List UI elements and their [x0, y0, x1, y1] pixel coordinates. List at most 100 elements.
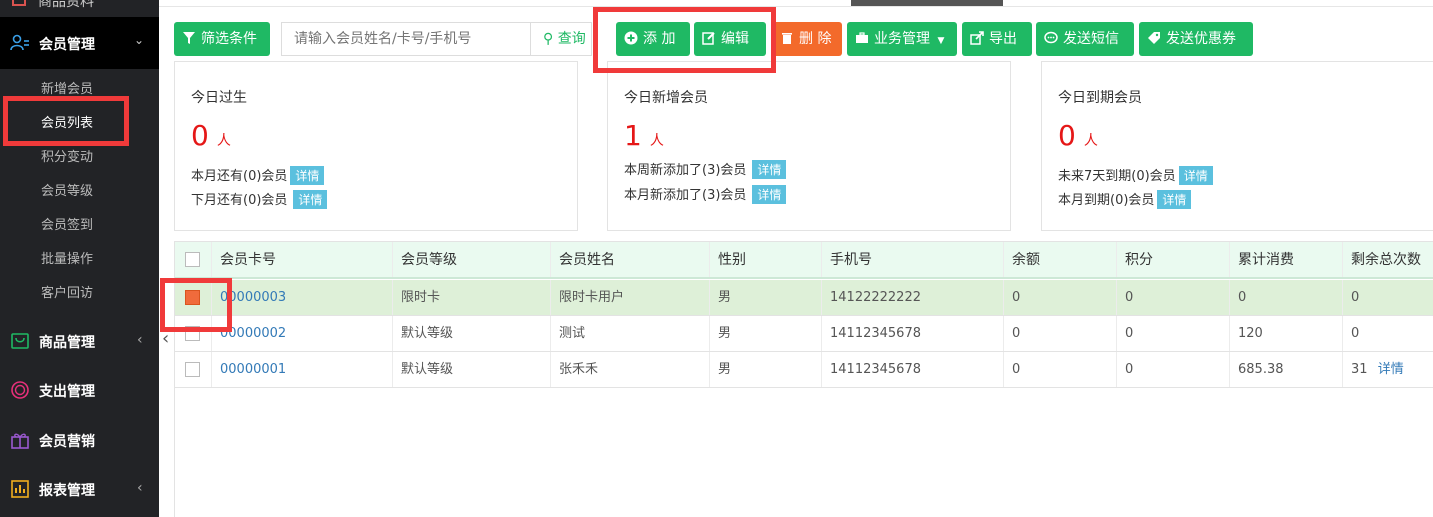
- business-management-dropdown[interactable]: 业务管理 ▼: [847, 22, 957, 56]
- cell-total-spent: 120: [1229, 316, 1263, 351]
- card-no-link[interactable]: 00000001: [211, 352, 286, 387]
- cell-remaining-times: 0: [1342, 280, 1359, 315]
- stat-count-value: 0: [1058, 119, 1076, 152]
- stat-count-unit: 人: [1083, 133, 1098, 149]
- cell-total-spent: 0: [1229, 280, 1246, 315]
- table-row[interactable]: 00000002 默认等级 测试 男 14112345678 0 0 120 0: [175, 316, 1433, 352]
- stat-line-text: 本月还有(0)会员: [191, 169, 288, 184]
- sidebar-group-member-management[interactable]: 会员管理 ⌄: [0, 17, 159, 69]
- cell-phone: 14122222222: [821, 280, 921, 315]
- stat-count: 0人: [1058, 119, 1098, 152]
- stat-line-text: 本周新添加了(3)会员: [624, 163, 747, 178]
- sidebar-item-member-list[interactable]: 会员列表: [41, 112, 93, 131]
- export-button[interactable]: 导出: [962, 22, 1032, 56]
- detail-badge[interactable]: 详情: [1157, 190, 1192, 209]
- cell-phone: 14112345678: [821, 316, 921, 351]
- cell-name: 张禾禾: [550, 352, 598, 387]
- cell-remaining-times: 31 详情: [1342, 352, 1404, 387]
- column-header-total-spent[interactable]: 累计消费: [1229, 242, 1294, 277]
- sidebar-group-goods-management[interactable]: 商品管理 ‹: [0, 321, 159, 361]
- share-icon: [970, 31, 984, 45]
- trash-icon: [782, 33, 792, 44]
- column-header-name[interactable]: 会员姓名: [550, 242, 615, 277]
- stat-line-text: 本月新添加了(3)会员: [624, 188, 747, 203]
- row-checkbox[interactable]: [185, 362, 200, 377]
- sidebar-item-member-checkin[interactable]: 会员签到: [41, 214, 93, 233]
- row-select-cell: [175, 316, 211, 351]
- sidebar-item-batch-operation[interactable]: 批量操作: [41, 248, 93, 267]
- gift-icon: [11, 433, 29, 449]
- sidebar-group-label: 支出管理: [39, 384, 95, 400]
- cell-points: 0: [1116, 316, 1133, 351]
- sidebar-item-customer-visit[interactable]: 客户回访: [41, 282, 93, 301]
- cell-points: 0: [1116, 352, 1133, 387]
- edit-button[interactable]: 编辑: [694, 22, 766, 56]
- select-all-checkbox[interactable]: [185, 252, 200, 267]
- column-header-points[interactable]: 积分: [1116, 242, 1153, 277]
- send-coupon-button[interactable]: 发送优惠券: [1139, 22, 1253, 56]
- stat-card-expiring: 今日到期会员 0人 未来7天到期(0)会员 详情 本月到期(0)会员 详情: [1041, 61, 1433, 231]
- search-button[interactable]: ⚲ 查询: [530, 22, 592, 56]
- cell-gender: 男: [709, 316, 731, 351]
- row-checkbox[interactable]: [185, 326, 200, 341]
- stat-line-text: 本月到期(0)会员: [1058, 193, 1155, 208]
- filter-button[interactable]: 筛选条件: [174, 22, 270, 56]
- table-row[interactable]: 00000001 默认等级 张禾禾 男 14112345678 0 0 685.…: [175, 352, 1433, 388]
- detail-badge[interactable]: 详情: [293, 190, 328, 209]
- sidebar-group-label: 会员管理: [39, 37, 95, 53]
- delete-button[interactable]: 删 除: [772, 22, 842, 56]
- coin-icon: [11, 381, 29, 399]
- delete-button-label: 删 除: [799, 31, 832, 47]
- column-header-remaining-times[interactable]: 剩余总次数: [1342, 242, 1421, 277]
- sidebar-group-report-management[interactable]: 报表管理 ‹: [0, 469, 159, 509]
- business-dropdown-label: 业务管理: [874, 31, 930, 47]
- cell-name: 限时卡用户: [550, 280, 624, 315]
- cell-name: 测试: [550, 316, 585, 351]
- column-header-level[interactable]: 会员等级: [392, 242, 457, 277]
- search-icon: ⚲: [543, 31, 554, 47]
- stat-line: 本月到期(0)会员 详情: [1058, 189, 1192, 209]
- detail-badge[interactable]: 详情: [290, 166, 325, 185]
- detail-badge[interactable]: 详情: [752, 185, 787, 204]
- stat-line-text: 下月还有(0)会员: [191, 193, 288, 208]
- add-button-label: 添 加: [643, 31, 676, 47]
- sidebar-item-points-change[interactable]: 积分变动: [41, 146, 93, 165]
- box-icon: [12, 0, 26, 6]
- row-checkbox[interactable]: [185, 290, 200, 305]
- detail-link[interactable]: 详情: [1378, 362, 1404, 377]
- stat-title: 今日过生: [191, 90, 247, 106]
- sidebar-item-goods-data[interactable]: 商品资料: [0, 0, 159, 14]
- sidebar-group-member-marketing[interactable]: 会员营销: [0, 420, 159, 460]
- chevron-left-icon: ‹: [137, 480, 143, 496]
- search-button-label: 查询: [557, 31, 586, 47]
- tag-icon: [1148, 32, 1160, 44]
- remaining-times-value: 31: [1351, 362, 1368, 377]
- card-no-link[interactable]: 00000003: [211, 280, 286, 315]
- cell-total-spent: 685.38: [1229, 352, 1284, 387]
- sidebar-item-member-level[interactable]: 会员等级: [41, 180, 93, 199]
- sidebar-group-expense-management[interactable]: 支出管理: [0, 370, 159, 410]
- table-row[interactable]: 00000003 限时卡 限时卡用户 男 14122222222 0 0 0 0: [175, 280, 1433, 316]
- column-header-phone[interactable]: 手机号: [821, 242, 872, 277]
- search-input[interactable]: [282, 23, 531, 55]
- send-sms-button[interactable]: 发送短信: [1036, 22, 1134, 56]
- detail-badge[interactable]: 详情: [1178, 166, 1213, 185]
- chevron-left-icon[interactable]: ‹: [162, 328, 169, 349]
- send-sms-label: 发送短信: [1063, 31, 1119, 47]
- column-header-gender[interactable]: 性别: [709, 242, 746, 277]
- divider: [159, 6, 1433, 7]
- card-no-link[interactable]: 00000002: [211, 316, 286, 351]
- column-header-balance[interactable]: 余额: [1003, 242, 1040, 277]
- stat-count-value: 0: [191, 119, 209, 152]
- send-coupon-label: 发送优惠券: [1166, 31, 1236, 47]
- detail-badge[interactable]: 详情: [752, 160, 787, 179]
- sidebar-group-label: 商品管理: [39, 335, 95, 351]
- caret-down-icon: ▼: [937, 36, 945, 46]
- sidebar-item-new-member[interactable]: 新增会员: [41, 78, 93, 97]
- column-header-card-no[interactable]: 会员卡号: [211, 242, 276, 277]
- add-button[interactable]: 添 加: [616, 22, 690, 56]
- edit-button-label: 编辑: [721, 31, 749, 47]
- cell-level: 默认等级: [392, 352, 453, 387]
- stat-count-unit: 人: [216, 133, 231, 149]
- filter-icon: [183, 32, 195, 44]
